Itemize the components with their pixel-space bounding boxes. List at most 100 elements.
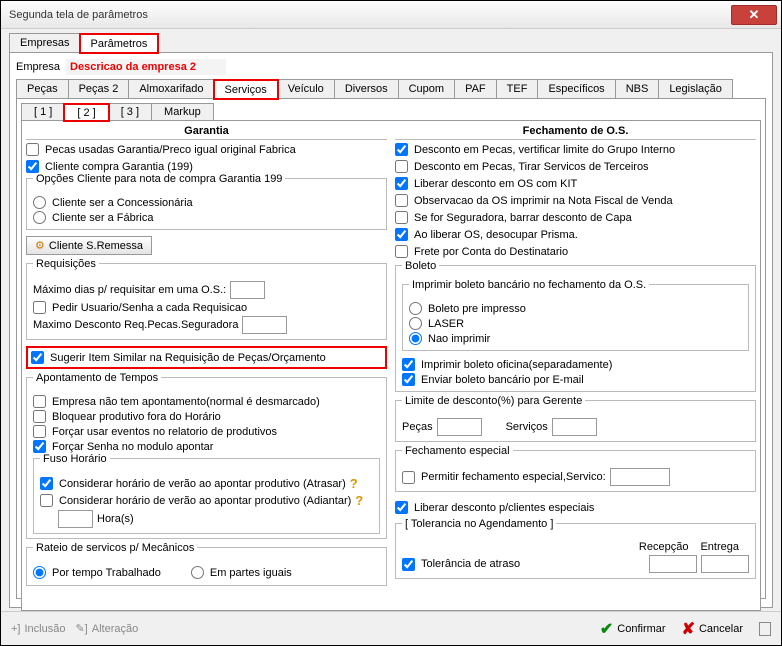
- lbl-tol-atraso: Tolerância de atraso: [421, 558, 520, 570]
- chk-c5[interactable]: [395, 211, 408, 224]
- subtab-markup[interactable]: Markup: [151, 103, 214, 120]
- btn-inclusao[interactable]: +] Inclusão: [11, 622, 65, 635]
- chk-a2[interactable]: [33, 410, 46, 423]
- lbl-g1: Pecas usadas Garantia/Preco igual origin…: [45, 144, 296, 156]
- rad-b1[interactable]: [409, 302, 422, 315]
- rad-concessionaria[interactable]: [33, 196, 46, 209]
- empresa-desc: Descricao da empresa 2: [66, 59, 226, 75]
- help-icon[interactable]: ?: [350, 476, 358, 491]
- input-maxdias[interactable]: [230, 281, 265, 299]
- input-entrega[interactable]: [701, 555, 749, 573]
- window-title: Segunda tela de parâmetros: [1, 9, 148, 21]
- tab-pecas2[interactable]: Peças 2: [68, 79, 130, 98]
- chk-c1[interactable]: [395, 143, 408, 156]
- chk-f2[interactable]: [40, 494, 53, 507]
- lbl-inclusao: Inclusão: [24, 623, 65, 635]
- btn-alteracao[interactable]: ✎] Alteração: [75, 622, 138, 635]
- lbl-cancelar: Cancelar: [699, 623, 743, 635]
- chk-c7[interactable]: [395, 245, 408, 258]
- chk-pecas-usadas[interactable]: [26, 143, 39, 156]
- input-maxdesc[interactable]: [242, 316, 287, 334]
- chk-fe1[interactable]: [402, 471, 415, 484]
- rad-b3[interactable]: [409, 332, 422, 345]
- tab-paf[interactable]: PAF: [454, 79, 497, 98]
- chk-a3[interactable]: [33, 425, 46, 438]
- chk-c4[interactable]: [395, 194, 408, 207]
- input-servicos[interactable]: [552, 418, 597, 436]
- sub-tabs: [ 1 ] [ 2 ] [ 3 ] Markup: [21, 103, 761, 121]
- input-recep[interactable]: [649, 555, 697, 573]
- lbl-maxdesc: Maximo Desconto Req.Pecas.Seguradora: [33, 319, 238, 331]
- main-tabs: Empresas Parâmetros: [9, 33, 773, 53]
- tab-servicos[interactable]: Serviços: [214, 80, 278, 99]
- lbl-c7: Frete por Conta do Destinatario: [414, 246, 568, 258]
- lbl-f2: Considerar horário de verão ao apontar p…: [59, 495, 351, 507]
- chk-pedir-usuario[interactable]: [33, 301, 46, 314]
- x-icon: ✘: [682, 619, 695, 639]
- subtab-3[interactable]: [ 3 ]: [108, 103, 152, 120]
- plus-icon: +]: [11, 623, 20, 635]
- lbl-entrega: Entrega: [700, 541, 739, 553]
- chk-f1[interactable]: [40, 477, 53, 490]
- chk-env-email[interactable]: [402, 373, 415, 386]
- lbl-c4: Observacao da OS imprimir na Nota Fiscal…: [414, 195, 673, 207]
- rad-fabrica[interactable]: [33, 211, 46, 224]
- empresa-label: Empresa: [16, 61, 60, 73]
- btn-cliente-sremessa[interactable]: ⚙Cliente S.Remessa: [26, 236, 152, 255]
- tab-almoxarifado[interactable]: Almoxarifado: [128, 79, 214, 98]
- chk-c2[interactable]: [395, 160, 408, 173]
- tab-diversos[interactable]: Diversos: [334, 79, 399, 98]
- fe-title: Fechamento especial: [402, 445, 513, 457]
- rad-r1[interactable]: [33, 566, 46, 579]
- btn-cancelar[interactable]: ✘ Cancelar: [682, 619, 743, 639]
- rad-b2[interactable]: [409, 317, 422, 330]
- tab-legislacao[interactable]: Legislação: [658, 79, 733, 98]
- btn-confirmar[interactable]: ✔ Confirmar: [600, 619, 666, 639]
- subtab-2[interactable]: [ 2 ]: [64, 104, 108, 121]
- tab-veiculo[interactable]: Veículo: [277, 79, 335, 98]
- chk-tol-atraso[interactable]: [402, 558, 415, 571]
- lbl-maxdias: Máximo dias p/ requisitar em uma O.S.:: [33, 284, 226, 296]
- rad-r2[interactable]: [191, 566, 204, 579]
- lbl-r1: Por tempo Trabalhado: [52, 567, 161, 579]
- resize-grip-icon: [759, 622, 771, 636]
- lbl-c2: Desconto em Pecas, Tirar Servicos de Ter…: [414, 161, 649, 173]
- fuso-title: Fuso Horário: [40, 453, 110, 465]
- lbl-r2: Em partes iguais: [210, 567, 292, 579]
- chk-c3[interactable]: [395, 177, 408, 190]
- close-button[interactable]: ✕: [731, 5, 777, 25]
- edit-icon: ✎]: [75, 622, 87, 635]
- rateio-title: Rateio de servicos p/ Mecânicos: [33, 542, 197, 554]
- input-pecas[interactable]: [437, 418, 482, 436]
- tab-tef[interactable]: TEF: [496, 79, 539, 98]
- input-horas[interactable]: [58, 510, 93, 528]
- tab-empresas[interactable]: Empresas: [9, 33, 81, 52]
- input-fe1[interactable]: [610, 468, 670, 486]
- tab-especificos[interactable]: Específicos: [537, 79, 615, 98]
- tab-parametros[interactable]: Parâmetros: [80, 34, 159, 53]
- lbl-c5: Se for Seguradora, barrar desconto de Ca…: [414, 212, 632, 224]
- subtab-1[interactable]: [ 1 ]: [21, 103, 65, 120]
- inner-tabs: Peças Peças 2 Almoxarifado Serviços Veíc…: [16, 79, 766, 99]
- tab-pecas[interactable]: Peças: [16, 79, 69, 98]
- lbl-servicos: Serviços: [506, 421, 548, 433]
- help-icon[interactable]: ?: [355, 493, 363, 508]
- lbl-alteracao: Alteração: [92, 623, 138, 635]
- chk-sugerir-item[interactable]: [31, 351, 44, 364]
- chk-cliente-compra[interactable]: [26, 160, 39, 173]
- tab-cupom[interactable]: Cupom: [398, 79, 455, 98]
- chk-lib-desc[interactable]: [395, 501, 408, 514]
- boleto-title: Boleto: [402, 260, 439, 272]
- chk-a1[interactable]: [33, 395, 46, 408]
- lbl-f1: Considerar horário de verão ao apontar p…: [59, 478, 346, 490]
- chk-c6[interactable]: [395, 228, 408, 241]
- lbl-sugerir: Sugerir Item Similar na Requisição de Pe…: [50, 352, 326, 364]
- tab-nbs[interactable]: NBS: [615, 79, 660, 98]
- lbl-imp-oficina: Imprimir boleto oficina(separadamente): [421, 359, 612, 371]
- lbl-b2: LASER: [428, 318, 464, 330]
- chk-imp-oficina[interactable]: [402, 358, 415, 371]
- chk-a4[interactable]: [33, 440, 46, 453]
- tol-title: [ Tolerancia no Agendamento ]: [402, 518, 556, 530]
- check-icon: ✔: [600, 619, 613, 639]
- lbl-confirmar: Confirmar: [617, 623, 665, 635]
